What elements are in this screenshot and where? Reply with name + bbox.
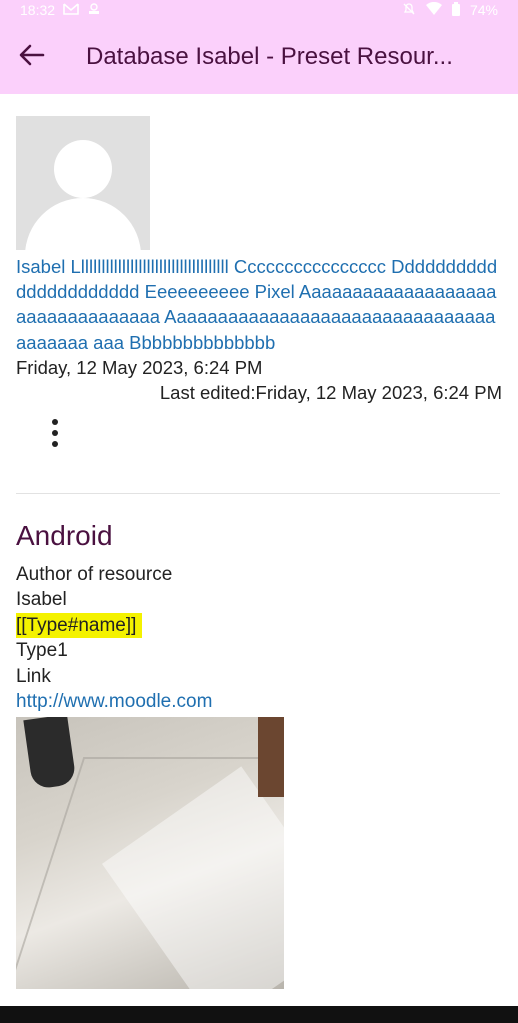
wifi-icon [425, 1, 442, 18]
divider [16, 492, 500, 494]
arrow-left-icon [19, 44, 45, 71]
more-vert-icon[interactable] [40, 413, 70, 453]
section-title: Android [16, 519, 113, 551]
type-field-label: [[Type#name]] [16, 612, 143, 639]
entry-photo[interactable] [16, 716, 284, 989]
status-bar: 18:32 74% [0, 0, 518, 20]
battery-percent: 74% [469, 2, 498, 18]
last-edited: Last edited:Friday, 12 May 2023, 6:24 PM [159, 381, 502, 403]
bell-off-icon [402, 2, 416, 19]
avatar[interactable] [16, 116, 150, 250]
battery-icon [451, 1, 460, 19]
entry-date: Friday, 12 May 2023, 6:24 PM [16, 356, 263, 378]
link-field-value[interactable]: http://www.moodle.com [16, 689, 502, 715]
status-time: 18:32 [20, 2, 56, 18]
page-title: Database Isabel - Preset Resour... [86, 43, 453, 70]
back-button[interactable] [0, 20, 64, 94]
type-field-value: Type1 [16, 640, 68, 662]
notification-icon [87, 2, 101, 19]
author-link[interactable]: Isabel Lllllllllllllllllllllllllllllllll… [16, 254, 502, 355]
app-bar: Database Isabel - Preset Resour... [0, 20, 518, 94]
entry-content: Isabel Lllllllllllllllllllllllllllllllll… [16, 116, 502, 989]
system-nav-bar [0, 1006, 518, 1023]
gmail-icon [63, 2, 79, 18]
author-field-value: Isabel [16, 589, 67, 611]
link-field-label: Link [16, 665, 51, 687]
author-field-label: Author of resource [16, 563, 173, 585]
